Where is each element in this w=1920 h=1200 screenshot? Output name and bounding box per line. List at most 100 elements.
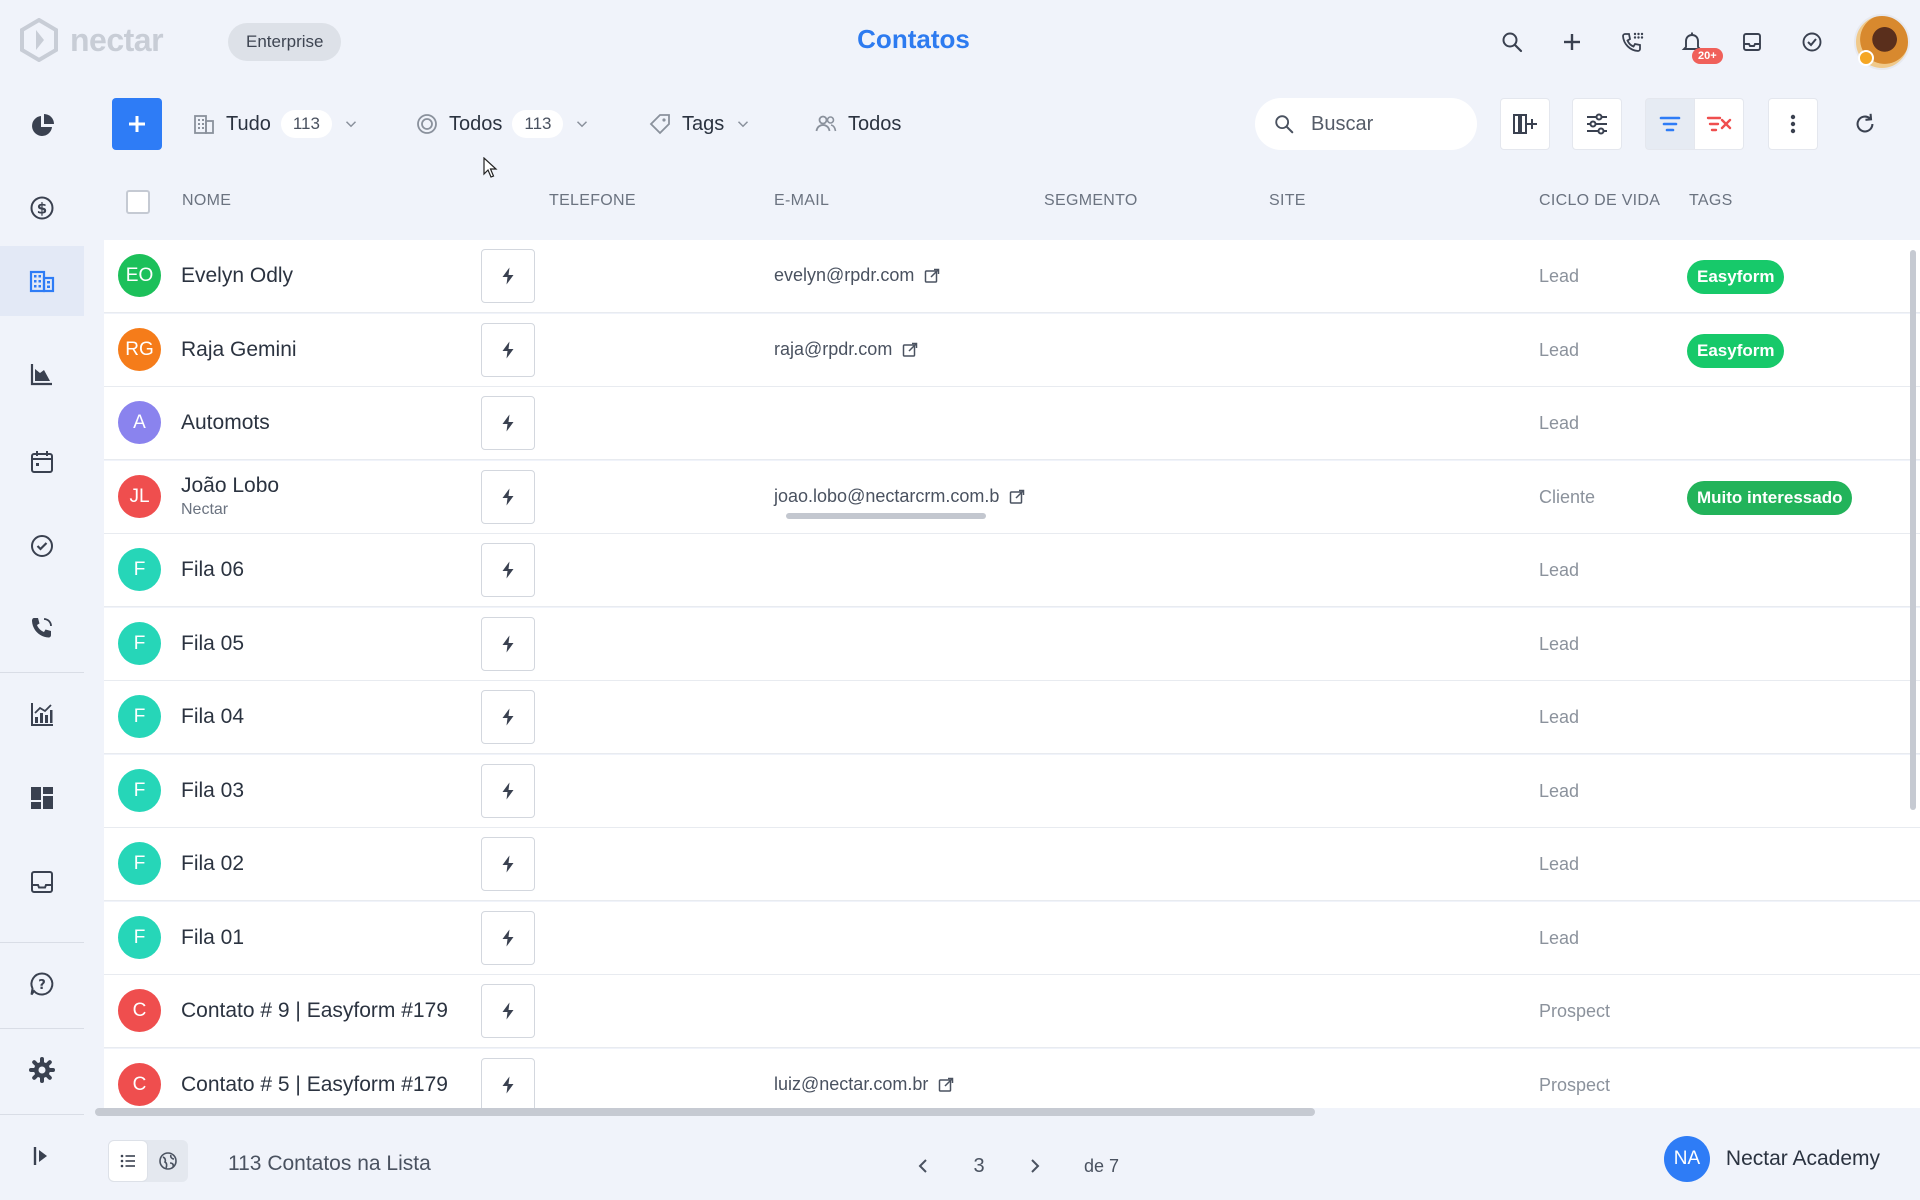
dialer-button[interactable] xyxy=(1602,12,1662,72)
prev-page-button[interactable] xyxy=(904,1146,944,1186)
contact-avatar[interactable]: F xyxy=(118,695,161,738)
quick-add-button[interactable] xyxy=(1542,12,1602,72)
contact-email[interactable]: joao.lobo@nectarcrm.com.b xyxy=(774,486,1025,507)
contact-email[interactable]: evelyn@rpdr.com xyxy=(774,265,940,286)
nav-dashboard[interactable] xyxy=(0,96,84,156)
contact-tag[interactable]: Easyform xyxy=(1687,334,1785,368)
quick-action-button[interactable] xyxy=(481,323,535,377)
filter-all-dropdown[interactable]: Tudo 113 xyxy=(192,98,360,150)
nav-sales[interactable]: $ xyxy=(0,178,84,238)
column-header-segment[interactable]: SEGMENTO xyxy=(1044,192,1138,210)
column-header-email[interactable]: E-MAIL xyxy=(774,192,829,210)
contact-company[interactable]: Nectar xyxy=(181,501,228,519)
contact-name[interactable]: Contato # 9 | Easyform #179 xyxy=(181,999,448,1023)
table-row[interactable]: C Contato # 9 | Easyform #179 Prospect xyxy=(104,975,1920,1048)
nav-calendar[interactable] xyxy=(0,432,84,492)
contact-avatar[interactable]: F xyxy=(118,548,161,591)
filter-tags-dropdown[interactable]: Tags xyxy=(648,98,752,150)
contact-tag[interactable]: Muito interessado xyxy=(1687,481,1853,515)
column-header-phone[interactable]: TELEFONE xyxy=(549,192,636,210)
quick-action-button[interactable] xyxy=(481,396,535,450)
table-row[interactable]: F Fila 06 Lead xyxy=(104,534,1920,607)
nav-tasks[interactable] xyxy=(0,516,84,576)
contact-email[interactable]: raja@rpdr.com xyxy=(774,339,918,360)
add-contact-button[interactable] xyxy=(112,98,162,150)
filter-status-dropdown[interactable]: Todos 113 xyxy=(415,98,591,150)
next-page-button[interactable] xyxy=(1014,1146,1054,1186)
table-row[interactable]: RG Raja Gemini raja@rpdr.com Lead Easyform xyxy=(104,314,1920,387)
contact-avatar[interactable]: F xyxy=(118,842,161,885)
refresh-button[interactable] xyxy=(1840,98,1890,150)
table-row[interactable]: C Contato # 5 | Easyform #179 luiz@nectar.… xyxy=(104,1049,1920,1108)
horizontal-scrollbar[interactable] xyxy=(95,1108,1315,1116)
contact-avatar[interactable]: C xyxy=(118,1063,161,1106)
contact-name[interactable]: Fila 04 xyxy=(181,705,244,729)
contact-email[interactable]: luiz@nectar.com.br xyxy=(774,1074,954,1095)
quick-action-button[interactable] xyxy=(481,617,535,671)
table-row[interactable]: F Fila 05 Lead xyxy=(104,608,1920,681)
user-avatar[interactable] xyxy=(1854,14,1910,70)
column-header-name[interactable]: NOME xyxy=(182,192,231,210)
contact-name[interactable]: João Lobo xyxy=(181,474,279,498)
select-all-checkbox[interactable] xyxy=(126,190,150,214)
filter-owners-dropdown[interactable]: Todos xyxy=(814,98,901,150)
quick-action-button[interactable] xyxy=(481,837,535,891)
table-row[interactable]: JL João Lobo Nectar joao.lobo@nectarcrm.com… xyxy=(104,461,1920,534)
clear-filters-button[interactable] xyxy=(1694,98,1744,150)
contact-avatar[interactable]: A xyxy=(118,401,161,444)
contact-name[interactable]: Fila 02 xyxy=(181,852,244,876)
nav-funnel[interactable] xyxy=(0,344,84,404)
contact-name[interactable]: Evelyn Odly xyxy=(181,264,293,288)
nav-expand[interactable] xyxy=(0,1126,84,1186)
column-header-lifecycle[interactable]: CICLO DE VIDA xyxy=(1539,192,1660,210)
quick-action-button[interactable] xyxy=(481,543,535,597)
quick-action-button[interactable] xyxy=(481,984,535,1038)
contact-name[interactable]: Contato # 5 | Easyform #179 xyxy=(181,1073,448,1097)
contact-name[interactable]: Fila 06 xyxy=(181,558,244,582)
contact-name[interactable]: Fila 01 xyxy=(181,926,244,950)
map-view-button[interactable] xyxy=(148,1140,188,1182)
nav-calls[interactable] xyxy=(0,598,84,658)
contact-tag[interactable]: Easyform xyxy=(1687,260,1785,294)
notifications-button[interactable]: 20+ xyxy=(1662,12,1723,72)
tasks-button[interactable] xyxy=(1782,12,1842,72)
contact-avatar[interactable]: RG xyxy=(118,328,161,371)
inbox-button[interactable] xyxy=(1722,12,1782,72)
email-cell-scrollbar[interactable] xyxy=(786,513,986,519)
nav-help[interactable]: ? xyxy=(0,954,84,1014)
contact-avatar[interactable]: F xyxy=(118,916,161,959)
quick-action-button[interactable] xyxy=(481,764,535,818)
vertical-scrollbar[interactable] xyxy=(1910,250,1916,810)
quick-action-button[interactable] xyxy=(481,911,535,965)
nav-widgets[interactable] xyxy=(0,768,84,828)
contact-avatar[interactable]: EO xyxy=(118,254,161,297)
current-page[interactable]: 3 xyxy=(944,1155,1014,1178)
table-row[interactable]: F Fila 04 Lead xyxy=(104,681,1920,754)
add-column-button[interactable] xyxy=(1500,98,1550,150)
more-options-button[interactable] xyxy=(1768,98,1818,150)
quick-action-button[interactable] xyxy=(481,1058,535,1108)
quick-action-button[interactable] xyxy=(481,249,535,303)
column-header-site[interactable]: SITE xyxy=(1269,192,1306,210)
search-input[interactable] xyxy=(1311,112,1451,136)
contact-avatar[interactable]: F xyxy=(118,769,161,812)
nav-contacts[interactable] xyxy=(0,246,84,316)
table-row[interactable]: EO Evelyn Odly evelyn@rpdr.com Lead Easyform xyxy=(104,240,1920,313)
list-view-button[interactable] xyxy=(108,1140,148,1182)
table-row[interactable]: F Fila 03 Lead xyxy=(104,755,1920,828)
nav-settings[interactable] xyxy=(0,1040,84,1100)
column-header-tags[interactable]: TAGS xyxy=(1689,192,1733,210)
nav-inbox[interactable] xyxy=(0,852,84,912)
nav-reports[interactable] xyxy=(0,684,84,744)
contact-name[interactable]: Automots xyxy=(181,411,270,435)
contact-avatar[interactable]: F xyxy=(118,622,161,665)
quick-action-button[interactable] xyxy=(481,690,535,744)
filter-active-button[interactable] xyxy=(1645,98,1695,150)
contact-name[interactable]: Fila 03 xyxy=(181,779,244,803)
quick-action-button[interactable] xyxy=(481,470,535,524)
contact-avatar[interactable]: C xyxy=(118,989,161,1032)
filter-settings-button[interactable] xyxy=(1572,98,1622,150)
contact-avatar[interactable]: JL xyxy=(118,475,161,518)
academy-link[interactable]: NA Nectar Academy xyxy=(1663,1136,1880,1182)
table-row[interactable]: F Fila 02 Lead xyxy=(104,828,1920,901)
